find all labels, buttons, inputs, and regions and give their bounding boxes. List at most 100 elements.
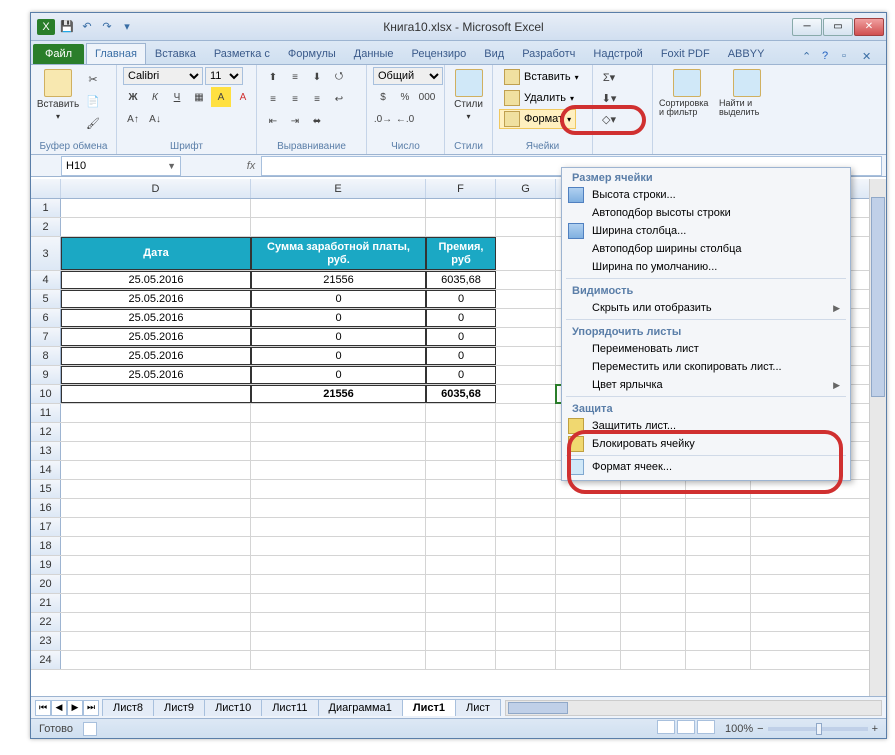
percent-icon[interactable]: % [395, 87, 415, 107]
cell-F15[interactable] [426, 480, 496, 498]
cell-F6[interactable]: 0 [426, 309, 496, 327]
cell-F4[interactable]: 6035,68 [426, 271, 496, 289]
cell-F13[interactable] [426, 442, 496, 460]
cell-E2[interactable] [251, 218, 426, 236]
menu-protect-sheet[interactable]: Защитить лист... [562, 417, 850, 435]
cell-G15[interactable] [496, 480, 556, 498]
cell-D21[interactable] [61, 594, 251, 612]
col-header-E[interactable]: E [251, 179, 426, 198]
fill-color-button[interactable]: A [211, 87, 231, 107]
cell-D9[interactable]: 25.05.2016 [61, 366, 251, 384]
align-center-icon[interactable]: ≡ [285, 89, 305, 109]
cell-G10[interactable] [496, 385, 556, 403]
ribbon-tab-разработч[interactable]: Разработч [513, 43, 584, 64]
cell-J19[interactable] [686, 556, 751, 574]
cell-F17[interactable] [426, 518, 496, 536]
cell-E23[interactable] [251, 632, 426, 650]
sheet-last-icon[interactable]: ⏭ [83, 700, 99, 716]
col-header-D[interactable]: D [61, 179, 251, 198]
menu-col-width[interactable]: Ширина столбца... [562, 222, 850, 240]
cell-H18[interactable] [556, 537, 621, 555]
cell-E19[interactable] [251, 556, 426, 574]
ribbon-tab-формулы[interactable]: Формулы [279, 43, 345, 64]
menu-move-copy[interactable]: Переместить или скопировать лист... [562, 358, 850, 376]
qat-customize-icon[interactable]: ▾ [119, 19, 135, 35]
ribbon-tab-надстрой[interactable]: Надстрой [584, 43, 651, 64]
cell-I21[interactable] [621, 594, 686, 612]
cell-I23[interactable] [621, 632, 686, 650]
row-header[interactable]: 6 [31, 309, 61, 327]
cell-F5[interactable]: 0 [426, 290, 496, 308]
row-header[interactable]: 8 [31, 347, 61, 365]
decrease-decimal-icon[interactable]: ←.0 [395, 109, 415, 129]
col-header-F[interactable]: F [426, 179, 496, 198]
maximize-button[interactable]: ▭ [823, 18, 853, 36]
merge-button[interactable]: ⬌ [307, 111, 327, 131]
align-bottom-icon[interactable]: ⬇ [307, 67, 327, 87]
row-header[interactable]: 18 [31, 537, 61, 555]
cell-F24[interactable] [426, 651, 496, 669]
cell-J21[interactable] [686, 594, 751, 612]
find-select-button[interactable]: Найти и выделить [719, 67, 775, 117]
cell-G23[interactable] [496, 632, 556, 650]
hscroll-thumb[interactable] [508, 702, 568, 714]
wrap-text-icon[interactable]: ↩ [329, 89, 349, 109]
cell-F20[interactable] [426, 575, 496, 593]
paste-button[interactable]: Вставить▾ [37, 67, 79, 121]
cell-D22[interactable] [61, 613, 251, 631]
minimize-ribbon-icon[interactable]: ⌃ [802, 50, 816, 64]
vertical-scrollbar[interactable] [869, 179, 886, 696]
horizontal-scrollbar[interactable] [505, 700, 882, 716]
cell-G5[interactable] [496, 290, 556, 308]
cell-F21[interactable] [426, 594, 496, 612]
row-header[interactable]: 21 [31, 594, 61, 612]
cell-E22[interactable] [251, 613, 426, 631]
cell-G19[interactable] [496, 556, 556, 574]
cell-F19[interactable] [426, 556, 496, 574]
font-color-button[interactable]: A [233, 87, 253, 107]
cell-E9[interactable]: 0 [251, 366, 426, 384]
cell-G8[interactable] [496, 347, 556, 365]
ribbon-tab-данные[interactable]: Данные [345, 43, 403, 64]
cell-H22[interactable] [556, 613, 621, 631]
ribbon-tab-foxit pdf[interactable]: Foxit PDF [652, 43, 719, 64]
cell-F14[interactable] [426, 461, 496, 479]
sheet-next-icon[interactable]: ▶ [67, 700, 83, 716]
cell-D17[interactable] [61, 518, 251, 536]
cell-D5[interactable]: 25.05.2016 [61, 290, 251, 308]
cell-I20[interactable] [621, 575, 686, 593]
cell-E12[interactable] [251, 423, 426, 441]
align-left-icon[interactable]: ≡ [263, 89, 283, 109]
currency-icon[interactable]: $ [373, 87, 393, 107]
row-header[interactable]: 17 [31, 518, 61, 536]
menu-format-cells[interactable]: Формат ячеек... [562, 458, 850, 476]
ribbon-tab-рецензиро[interactable]: Рецензиро [403, 43, 476, 64]
cell-G3[interactable] [496, 237, 556, 270]
cell-D8[interactable]: 25.05.2016 [61, 347, 251, 365]
cell-H20[interactable] [556, 575, 621, 593]
cell-H21[interactable] [556, 594, 621, 612]
cell-H24[interactable] [556, 651, 621, 669]
autosum-icon[interactable]: Σ▾ [599, 67, 619, 87]
format-painter-icon[interactable]: 🖌 [83, 113, 103, 133]
menu-autofit-row[interactable]: Автоподбор высоты строки [562, 204, 850, 222]
page-layout-view-icon[interactable] [677, 720, 695, 734]
cell-G13[interactable] [496, 442, 556, 460]
name-box-dropdown-icon[interactable]: ▼ [167, 161, 176, 171]
cell-D23[interactable] [61, 632, 251, 650]
zoom-thumb[interactable] [816, 723, 822, 735]
cell-F10[interactable]: 6035,68 [426, 385, 496, 403]
row-header[interactable]: 10 [31, 385, 61, 403]
cell-D4[interactable]: 25.05.2016 [61, 271, 251, 289]
cell-G12[interactable] [496, 423, 556, 441]
cell-H19[interactable] [556, 556, 621, 574]
sheet-tab-Лист[interactable]: Лист [455, 699, 501, 716]
cell-E14[interactable] [251, 461, 426, 479]
row-header[interactable]: 3 [31, 237, 61, 270]
cell-G22[interactable] [496, 613, 556, 631]
cell-J17[interactable] [686, 518, 751, 536]
cell-J24[interactable] [686, 651, 751, 669]
cell-D24[interactable] [61, 651, 251, 669]
cell-E10[interactable]: 21556 [251, 385, 426, 403]
row-header[interactable]: 9 [31, 366, 61, 384]
